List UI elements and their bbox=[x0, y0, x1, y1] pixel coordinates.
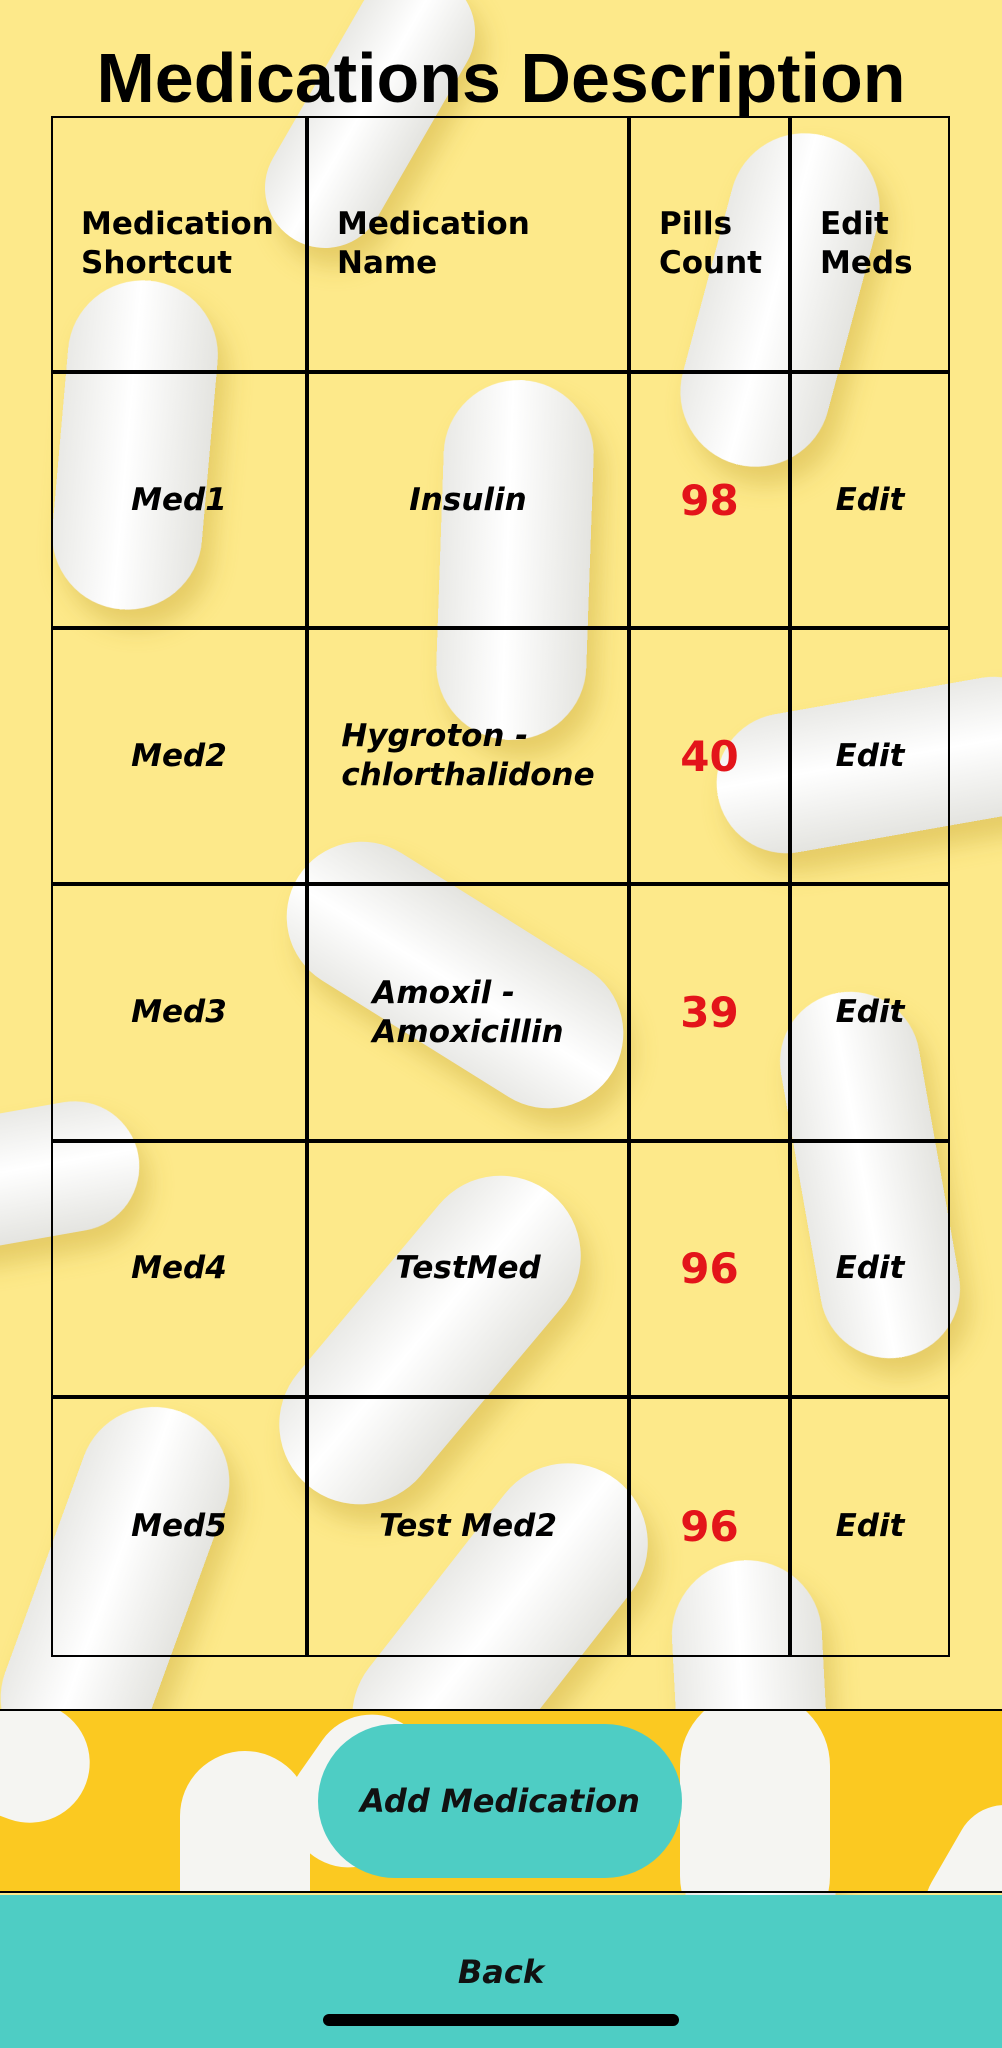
home-indicator bbox=[323, 2014, 679, 2026]
edit-med-button[interactable]: Edit bbox=[792, 374, 948, 631]
medications-table: Medication Shortcut Medication Name Pill… bbox=[51, 116, 950, 1657]
back-button-label: Back bbox=[457, 1952, 545, 1991]
edit-med-button[interactable]: Edit bbox=[792, 1399, 948, 1655]
pills-count-cell: 96 bbox=[631, 1398, 792, 1655]
med-shortcut-cell: Med4 bbox=[53, 1142, 309, 1399]
column-header-name: Medication Name bbox=[309, 118, 631, 375]
med-shortcut-cell: Med1 bbox=[53, 374, 309, 631]
med-name-cell: Insulin bbox=[309, 374, 631, 631]
pills-count-cell: 96 bbox=[631, 1142, 792, 1399]
add-medication-button[interactable]: Add Medication bbox=[318, 1724, 682, 1878]
edit-med-button[interactable]: Edit bbox=[792, 630, 948, 887]
edit-med-button[interactable]: Edit bbox=[792, 886, 948, 1143]
edit-med-button[interactable]: Edit bbox=[792, 1143, 948, 1399]
med-shortcut-cell: Med5 bbox=[53, 1398, 309, 1655]
med-name-cell: Hygroton - chlorthalidone bbox=[309, 630, 631, 887]
column-header-shortcut: Medication Shortcut bbox=[53, 118, 309, 375]
med-shortcut-cell: Med2 bbox=[53, 630, 309, 887]
pills-count-cell: 39 bbox=[631, 886, 792, 1143]
med-name-cell: Amoxil - Amoxicillin bbox=[309, 886, 631, 1143]
pills-count-cell: 40 bbox=[631, 630, 792, 887]
med-shortcut-cell: Med3 bbox=[53, 886, 309, 1143]
column-header-pills-count: Pills Count bbox=[631, 118, 792, 375]
column-header-edit-meds: Edit Meds bbox=[792, 118, 948, 375]
page-title: Medications Description bbox=[96, 39, 906, 117]
med-name-cell: Test Med2 bbox=[309, 1398, 631, 1655]
pills-count-cell: 98 bbox=[631, 374, 792, 631]
med-name-cell: TestMed bbox=[309, 1142, 631, 1399]
